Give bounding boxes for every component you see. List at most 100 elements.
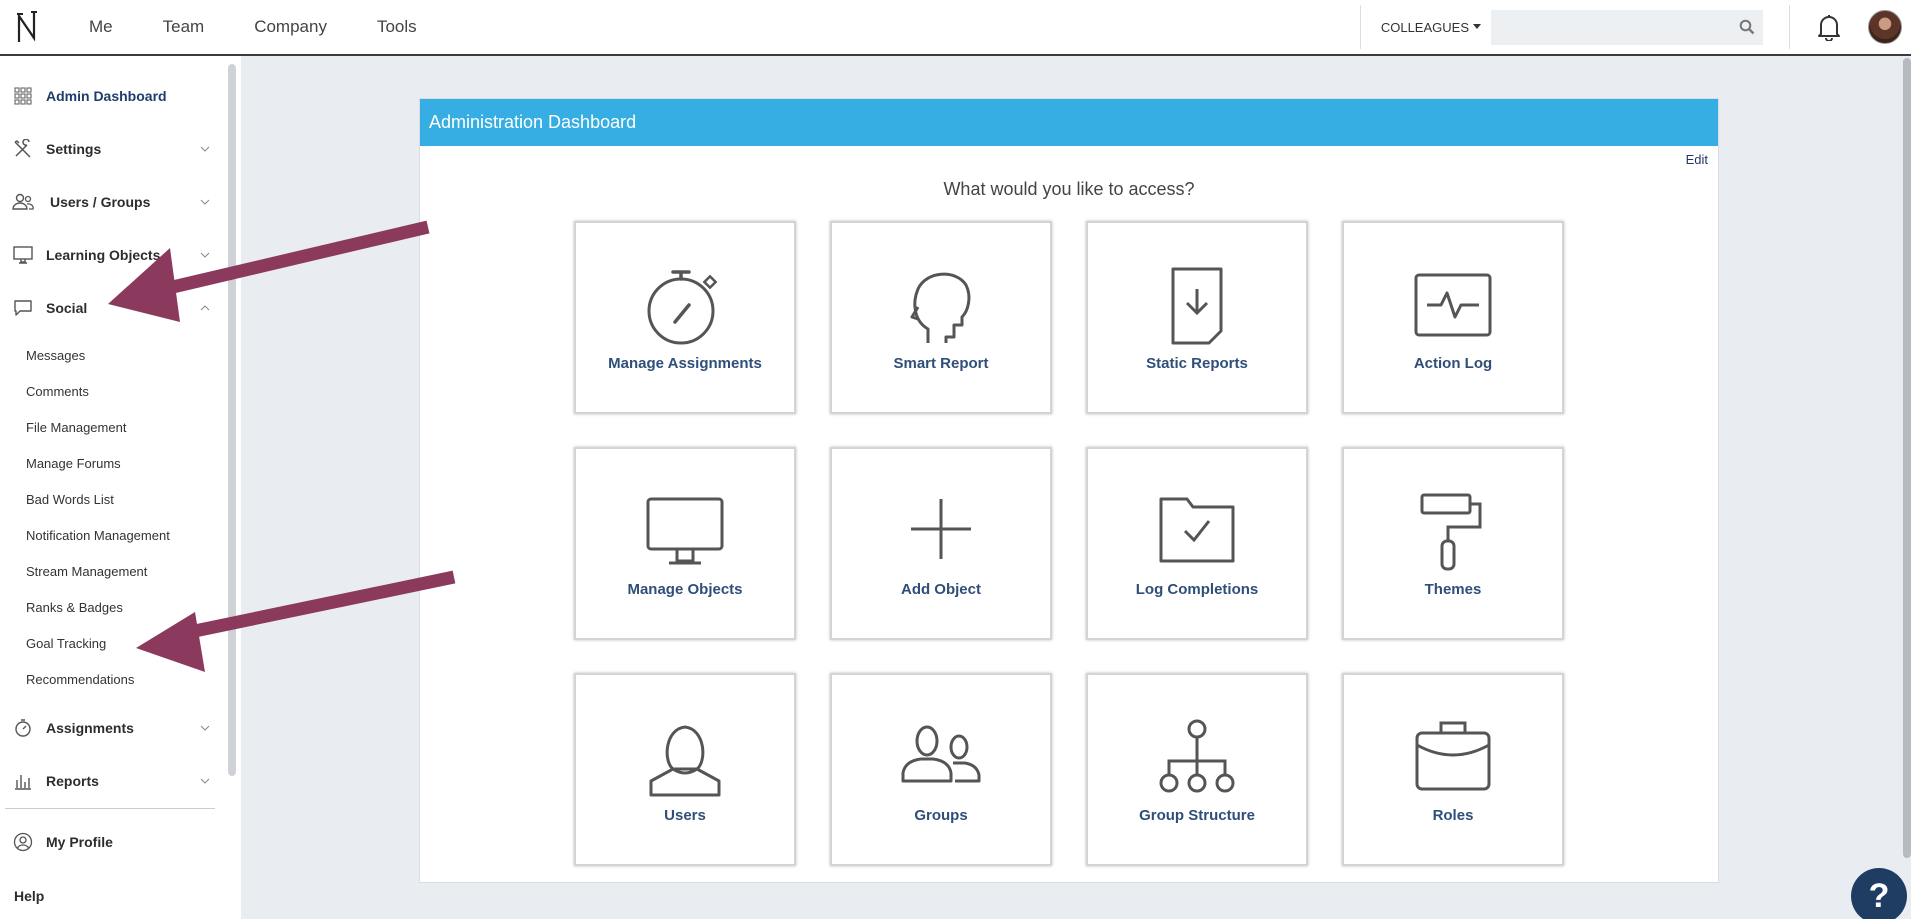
hierarchy-icon [1088,719,1306,797]
user-avatar[interactable] [1868,10,1902,44]
sidebar-item-label: Assignments [46,720,134,736]
sidebar-item-social[interactable]: Social [0,293,215,323]
chevron-down-icon [195,146,215,152]
chevron-down-icon [195,725,215,731]
folder-check-icon [1088,493,1306,571]
tile-label: Smart Report [893,355,989,372]
sidebar-subitem-notification-management[interactable]: Notification Management [26,528,170,543]
profile-icon [0,832,46,852]
sidebar-subitem-ranks-badges[interactable]: Ranks & Badges [26,600,123,615]
sidebar-subitem-recommendations[interactable]: Recommendations [26,672,134,687]
tile-group-structure[interactable]: Group Structure [1086,673,1308,866]
sidebar-subitem-manage-forums[interactable]: Manage Forums [26,456,121,471]
sidebar-item-label: Help [14,888,45,904]
sidebar-item-label: Settings [46,141,102,157]
sidebar-item-my-profile[interactable]: My Profile [0,827,215,857]
speech-bubble-icon [0,299,46,317]
tile-label: Log Completions [1135,581,1259,598]
tile-label: Add Object [900,581,981,598]
top-navigation-bar: Me Team Company Tools COLLEAGUES [0,0,1911,56]
stopwatch-icon [0,718,46,738]
main-nav: Me Team Company Tools [64,17,442,37]
stopwatch-icon [576,267,794,345]
group-icon [832,719,1050,797]
tile-label: Groups [914,807,968,824]
tile-label: Users [664,807,706,824]
pulse-monitor-icon [1344,267,1562,345]
sidebar-subitem-goal-tracking[interactable]: Goal Tracking [26,636,106,651]
tile-add-object[interactable]: Add Object [830,447,1052,640]
chevron-down-icon [195,252,215,258]
sidebar-item-label: Admin Dashboard [46,88,167,104]
sidebar-item-label: My Profile [46,834,113,850]
tile-groups[interactable]: Groups [830,673,1052,866]
admin-dashboard-panel: Administration Dashboard Edit What would… [419,98,1719,883]
sidebar-item-learning-objects[interactable]: Learning Objects [0,240,215,270]
tools-icon [0,139,46,159]
tile-label: Manage Assignments [608,355,762,372]
edit-link[interactable]: Edit [1686,152,1708,167]
monitor-icon [0,246,46,264]
sidebar-item-users-groups[interactable]: Users / Groups [0,187,215,217]
monitor-icon [576,493,794,571]
sidebar-item-label: Reports [46,773,99,789]
sidebar-item-assignments[interactable]: Assignments [0,713,215,743]
tile-manage-objects[interactable]: Manage Objects [574,447,796,640]
tile-log-completions[interactable]: Log Completions [1086,447,1308,640]
search-box [1491,9,1763,45]
colleagues-dropdown[interactable]: COLLEAGUES [1361,20,1491,35]
sidebar-subitem-comments[interactable]: Comments [26,384,89,399]
tile-manage-assignments[interactable]: Manage Assignments [574,221,796,414]
sidebar-subitem-file-management[interactable]: File Management [26,420,126,435]
sidebar-scrollbar[interactable] [228,64,236,776]
nav-company[interactable]: Company [229,17,352,37]
tile-label: Themes [1424,581,1482,598]
sidebar-item-reports[interactable]: Reports [0,766,215,796]
colleagues-label: COLLEAGUES [1380,19,1469,35]
tile-static-reports[interactable]: Static Reports [1086,221,1308,414]
grid-icon [0,87,46,105]
head-profile-icon [832,267,1050,345]
nav-me[interactable]: Me [64,17,138,37]
tile-users[interactable]: Users [574,673,796,866]
search-icon[interactable] [1739,19,1755,35]
sidebar-item-label: Social [46,300,88,316]
help-button[interactable]: ? [1851,868,1907,919]
sidebar-item-admin-dashboard[interactable]: Admin Dashboard [0,81,215,111]
tile-themes[interactable]: Themes [1342,447,1564,640]
tile-roles[interactable]: Roles [1342,673,1564,866]
document-download-icon [1088,267,1306,345]
top-right-controls: COLLEAGUES [1359,0,1911,54]
nav-team[interactable]: Team [138,17,230,37]
sidebar-item-help[interactable]: Help [14,881,229,911]
chevron-up-icon [195,305,215,311]
access-question: What would you like to access? [943,179,1195,199]
tile-label: Action Log [1413,355,1493,372]
chevron-down-icon [195,778,215,784]
sidebar-item-settings[interactable]: Settings [0,134,215,164]
tile-label: Manage Objects [627,581,743,598]
sidebar-item-label: Users / Groups [50,194,151,210]
app-logo[interactable] [0,0,54,54]
tile-label: Group Structure [1139,807,1255,824]
tile-action-log[interactable]: Action Log [1342,221,1564,414]
tile-label: Static Reports [1146,355,1248,372]
panel-title: Administration Dashboard [420,99,1718,146]
page-scrollbar[interactable] [1903,58,1911,858]
sidebar-divider [5,808,215,809]
sidebar: Admin Dashboard Settings Users / Groups … [0,56,241,919]
sidebar-subitem-bad-words-list[interactable]: Bad Words List [26,492,114,507]
search-input[interactable] [1491,9,1739,45]
tile-label: Roles [1432,807,1474,824]
nav-tools[interactable]: Tools [352,17,442,37]
paint-roller-icon [1344,493,1562,571]
sidebar-subitem-stream-management[interactable]: Stream Management [26,564,147,579]
users-icon [0,193,46,211]
plus-icon [832,493,1050,571]
notifications-bell-icon[interactable] [1790,13,1868,41]
tile-smart-report[interactable]: Smart Report [830,221,1052,414]
sidebar-subitem-messages[interactable]: Messages [26,348,85,363]
sidebar-item-label: Learning Objects [46,247,161,263]
caret-down-icon [1473,24,1481,29]
user-icon [576,719,794,797]
